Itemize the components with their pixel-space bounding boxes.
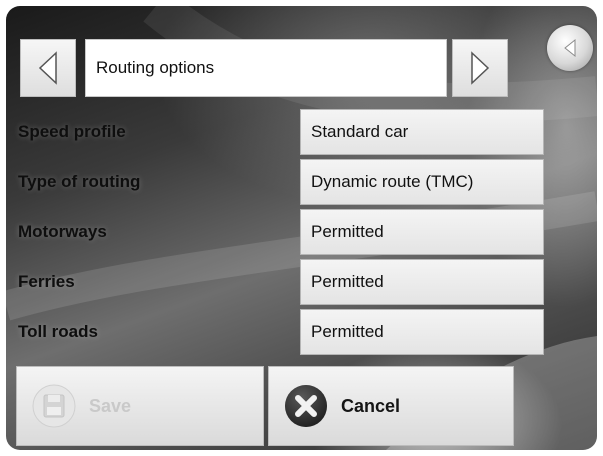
- back-arrow-icon: [564, 38, 576, 58]
- option-value-speed-profile[interactable]: Standard car: [300, 109, 544, 155]
- option-label-ferries: Ferries: [18, 272, 75, 291]
- option-label-type-of-routing: Type of routing: [18, 172, 141, 191]
- save-button[interactable]: Save: [16, 366, 264, 446]
- cancel-button-label: Cancel: [341, 395, 401, 416]
- triangle-left-icon: [38, 51, 57, 85]
- cross-icon: [283, 383, 329, 429]
- cancel-button[interactable]: Cancel: [268, 366, 514, 446]
- option-label-motorways: Motorways: [18, 222, 107, 241]
- option-label-toll-roads: Toll roads: [18, 322, 98, 341]
- option-value-ferries[interactable]: Permitted: [300, 259, 544, 305]
- triangle-right-icon: [471, 51, 490, 85]
- back-button[interactable]: [547, 25, 593, 71]
- page-title: Routing options: [85, 39, 447, 97]
- navigation-screen: Routing options Speed profile Standard c…: [6, 6, 597, 450]
- option-value-motorways[interactable]: Permitted: [300, 209, 544, 255]
- option-label-speed-profile: Speed profile: [18, 122, 126, 141]
- previous-page-button[interactable]: [20, 39, 76, 97]
- next-page-button[interactable]: [452, 39, 508, 97]
- option-value-type-of-routing[interactable]: Dynamic route (TMC): [300, 159, 544, 205]
- save-button-label: Save: [89, 395, 132, 416]
- floppy-disk-icon: [31, 383, 77, 429]
- option-value-toll-roads[interactable]: Permitted: [300, 309, 544, 355]
